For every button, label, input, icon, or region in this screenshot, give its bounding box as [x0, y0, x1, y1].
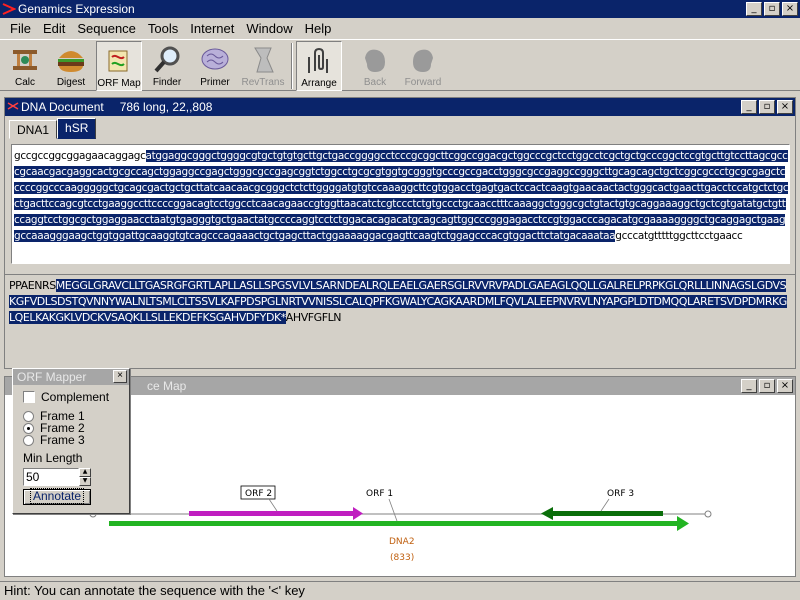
frame2-radio[interactable] [23, 422, 34, 434]
orf1-leader-line [388, 498, 398, 522]
sequence-end-marker [704, 510, 712, 518]
spin-down-icon[interactable]: ▼ [79, 477, 91, 486]
menu-internet[interactable]: Internet [184, 21, 240, 36]
revtrans-button[interactable]: RevTrans [240, 41, 286, 91]
annotate-button[interactable]: Annotate [23, 488, 91, 505]
complement-checkbox[interactable] [23, 391, 35, 403]
minimize-button[interactable]: _ [746, 2, 762, 16]
frame3-radio-row[interactable]: Frame 3 [23, 433, 85, 447]
doc-minimize-button[interactable]: _ [741, 100, 757, 114]
calc-label: Calc [14, 77, 35, 88]
back-label: Back [363, 77, 387, 88]
app-title: Genamics Expression [18, 2, 135, 16]
calc-button[interactable]: Calc [2, 41, 48, 91]
orf1-arrow[interactable] [109, 516, 689, 531]
orf3-leader-line [600, 498, 610, 512]
orf-mapper-close-button[interactable]: × [113, 370, 127, 383]
doc-maximize-button[interactable]: ▫ [759, 100, 775, 114]
min-length-spinner[interactable]: ▲ ▼ [79, 468, 91, 486]
min-length-input[interactable]: 50 [23, 468, 79, 486]
protein-unselected-end: AHVFGFLN [285, 311, 342, 324]
protein-translation-pane[interactable]: PPAENRSMEGGLGRAVCLLTGASRGFGRTLAPLLASLLSP… [5, 274, 795, 368]
orf-mapper-title: ORF Mapper [17, 370, 87, 384]
menu-tools[interactable]: Tools [142, 21, 184, 36]
menu-window[interactable]: Window [240, 21, 298, 36]
app-title-bar: Genamics Expression _ ▫ × [0, 0, 800, 18]
forward-button[interactable]: Forward [400, 41, 446, 91]
menu-sequence[interactable]: Sequence [71, 21, 142, 36]
digest-label: Digest [56, 77, 86, 88]
orf-map-button[interactable]: ORF Map [96, 41, 142, 91]
revtrans-label: RevTrans [241, 77, 285, 88]
forward-icon [413, 49, 433, 72]
doc-close-button[interactable]: × [777, 100, 793, 114]
menu-file[interactable]: File [4, 21, 37, 36]
back-button[interactable]: Back [352, 41, 398, 91]
status-hint: Hint: You can annotate the sequence with… [4, 583, 305, 598]
min-length-label-row: Min Length [23, 451, 82, 465]
digest-button[interactable]: Digest [48, 41, 94, 91]
primer-button[interactable]: Primer [192, 41, 238, 91]
sequence-selection: atggaggcgggctggggcgtgctgtgtgcttgctgaccgg… [14, 150, 789, 242]
orf3-label: ORF 3 [607, 489, 634, 499]
dna-document-title: DNA Document [21, 100, 104, 114]
finder-button[interactable]: Finder [144, 41, 190, 91]
app-logo-icon [0, 0, 18, 18]
sequence-unselected-start: gccgccggcggagaacaggagc [14, 150, 146, 162]
protein-unselected-start: PPAENRS [9, 279, 56, 292]
document-tabs: DNA1 hSR [9, 118, 97, 139]
calc-icon [13, 50, 37, 70]
protein-sequence-text: PPAENRSMEGGLGRAVCLLTGASRGFGRTLAPLLASLLSP… [9, 278, 791, 326]
toolbar-separator [291, 43, 293, 89]
arrange-button[interactable]: Arrange [296, 41, 342, 91]
frame1-radio[interactable] [23, 410, 34, 422]
brain-icon [201, 48, 229, 70]
map-minimize-button[interactable]: _ [741, 379, 757, 393]
map-close-button[interactable]: × [777, 379, 793, 393]
dna-sequence-editor[interactable]: gccgccggcggagaacaggagcatggaggcgggctggggc… [11, 144, 790, 264]
orf-map-label: ORF Map [97, 78, 141, 89]
menu-help[interactable]: Help [299, 21, 338, 36]
dna-document-title-bar: DNA Document 786 long, 22,,808 _ ▫ × [5, 98, 795, 116]
min-length-label: Min Length [23, 451, 83, 465]
revtrans-icon [254, 47, 274, 73]
sequence-map-title: ce Map [147, 379, 187, 393]
dna-length-label: (833) [390, 553, 414, 563]
primer-label: Primer [200, 77, 230, 88]
protein-selection: MEGGLGRAVCLLTGASRGFGRTLAPLLASLLSPGSVLVLS… [9, 279, 787, 324]
orf2-label: ORF 2 [245, 489, 272, 499]
sequence-unselected-end: gcccatgtttttggcttcctgaacc [615, 230, 743, 242]
map-maximize-button[interactable]: ▫ [759, 379, 775, 393]
orf-mapper-title-bar: ORF Mapper × [13, 369, 129, 385]
orf-mapper-panel: ORF Mapper × Complement Frame 1 Frame 2 … [12, 368, 130, 514]
paperclip-icon [308, 47, 328, 73]
dna-sequence-text: gccgccggcggagaacaggagcatggaggcgggctggggc… [14, 148, 789, 244]
tab-dna1[interactable]: DNA1 [9, 120, 58, 139]
frame3-label: Frame 3 [40, 433, 85, 447]
back-icon [365, 49, 385, 72]
scroll-map-icon [108, 50, 128, 72]
burger-icon [58, 51, 84, 72]
spin-up-icon[interactable]: ▲ [79, 468, 91, 477]
orf1-label: ORF 1 [366, 489, 393, 499]
finder-label: Finder [152, 77, 182, 88]
forward-label: Forward [404, 77, 442, 88]
arrange-label: Arrange [301, 78, 337, 89]
complement-checkbox-row[interactable]: Complement [23, 390, 109, 404]
close-button[interactable]: × [782, 2, 798, 16]
frame3-radio[interactable] [23, 434, 34, 446]
menu-bar: File Edit Sequence Tools Internet Window… [0, 18, 800, 38]
menu-edit[interactable]: Edit [37, 21, 71, 36]
dna-document-info: 786 long, 22,,808 [119, 100, 213, 114]
annotate-label: Annotate [29, 488, 85, 504]
tab-hsr[interactable]: hSR [57, 118, 97, 139]
magnifier-icon [154, 46, 180, 73]
restore-button[interactable]: ▫ [764, 2, 780, 16]
status-bar: Hint: You can annotate the sequence with… [0, 581, 800, 600]
complement-label: Complement [41, 390, 110, 404]
dna-name-label: DNA2 [389, 537, 415, 547]
toolbar: Calc Digest ORF Map Finder Primer RevTra… [0, 39, 800, 91]
dna-document-window: DNA Document 786 long, 22,,808 _ ▫ × DNA… [4, 97, 796, 369]
document-icon [5, 100, 21, 114]
